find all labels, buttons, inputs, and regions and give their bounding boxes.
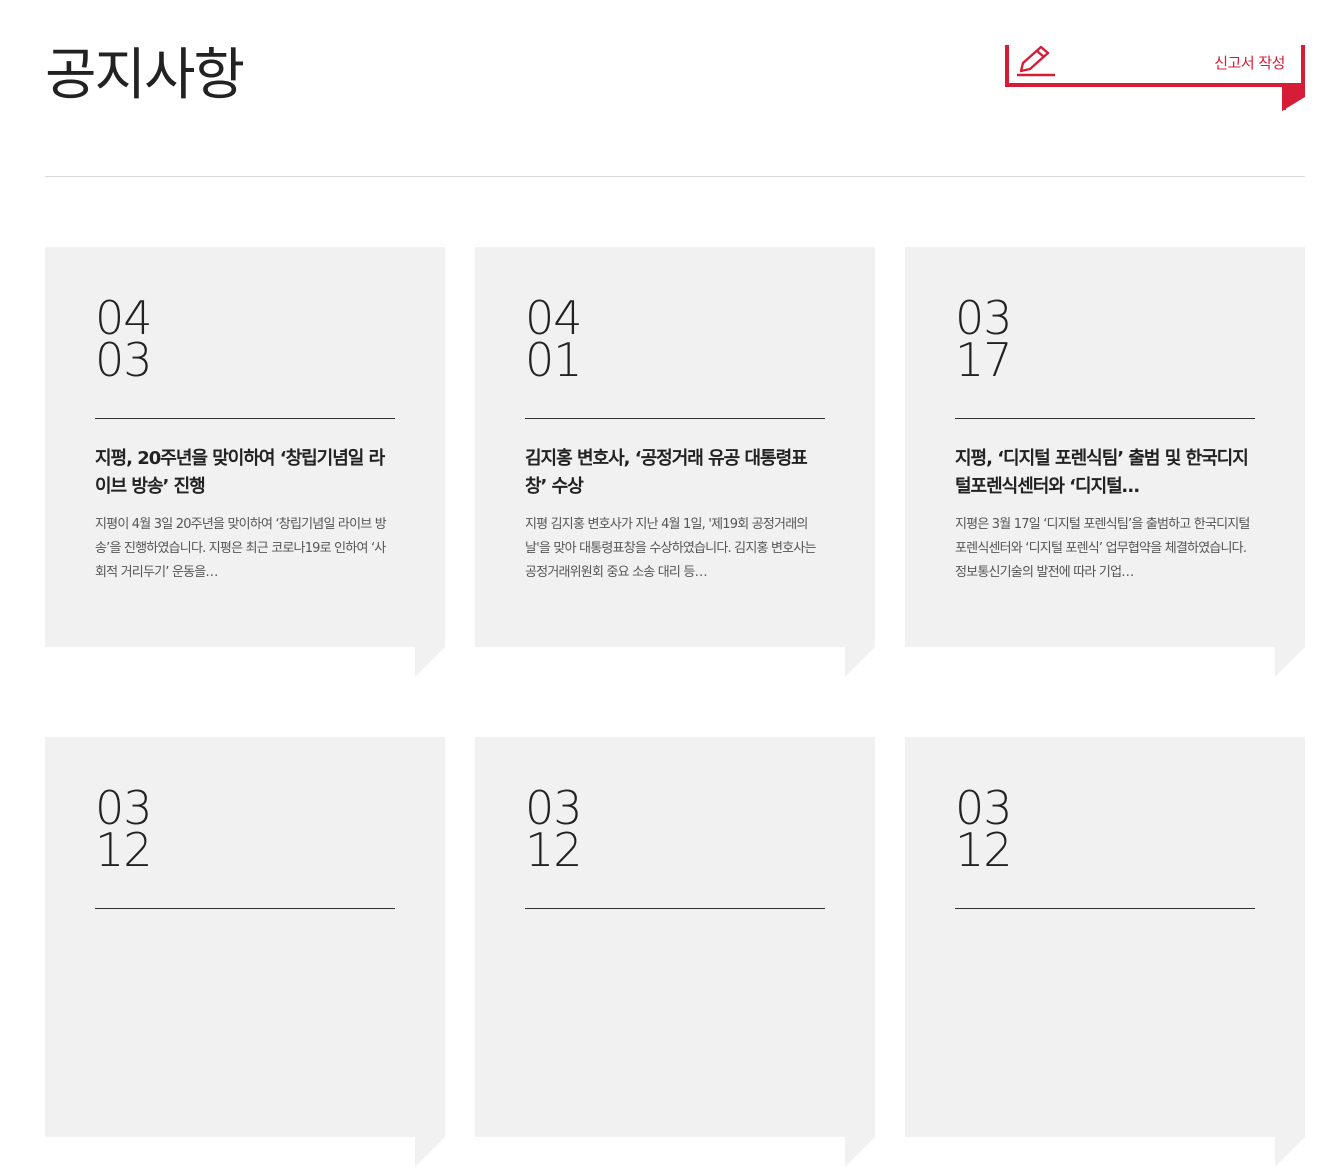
notice-title[interactable]: 김지홍 변호사, ‘공정거래 유공 대통령표창’ 수상: [525, 445, 825, 501]
notice-rule: [525, 418, 825, 419]
notice-day: 17: [955, 333, 1013, 387]
notice-rule: [955, 908, 1255, 909]
notice-date: 03 12: [525, 785, 583, 877]
write-report-label: 신고서 작성: [1214, 54, 1285, 72]
notice-rule: [95, 908, 395, 909]
notice-title[interactable]: 지평, ‘디지털 포렌식팀’ 출범 및 한국디지털포렌식센터와 ‘디지털…: [955, 445, 1255, 501]
notice-date: 03 12: [95, 785, 153, 877]
write-report-button[interactable]: 신고서 작성: [1005, 45, 1305, 111]
notice-card[interactable]: 03 12: [905, 737, 1305, 1167]
notice-date: 03 17: [955, 295, 1013, 387]
notice-day: 12: [525, 823, 583, 877]
notice-day: 12: [95, 823, 153, 877]
notice-card[interactable]: 03 12: [475, 737, 875, 1167]
notice-date: 03 12: [955, 785, 1013, 877]
notice-card[interactable]: 03 12: [45, 737, 445, 1167]
notice-date: 04 03: [95, 295, 153, 387]
notice-card[interactable]: 04 01 김지홍 변호사, ‘공정거래 유공 대통령표창’ 수상지평 김지홍 변호…: [475, 247, 875, 677]
notice-summary: 지평이 4월 3일 20주년을 맞이하여 ‘창립기념일 라이브 방송’을 진행하…: [95, 517, 387, 580]
notice-rule: [955, 418, 1255, 419]
notice-title[interactable]: 지평, 20주년을 맞이하여 ‘창립기념일 라이브 방송’ 진행: [95, 445, 395, 501]
pencil-icon: [1015, 45, 1057, 77]
notice-summary: 지평 김지홍 변호사가 지난 4월 1일, '제19회 공정거래의 날'을 맞아…: [525, 517, 816, 580]
notice-day: 12: [955, 823, 1013, 877]
notice-card[interactable]: 04 03 지평, 20주년을 맞이하여 ‘창립기념일 라이브 방송’ 진행지평이 …: [45, 247, 445, 677]
notice-day: 01: [525, 333, 583, 387]
page-title: 공지사항: [45, 43, 245, 108]
notice-summary: 지평은 3월 17일 ‘디지털 포렌식팀’을 출범하고 한국디지털포렌식센터와 …: [955, 517, 1250, 580]
notice-date: 04 01: [525, 295, 583, 387]
notice-day: 03: [95, 333, 153, 387]
notice-rule: [95, 418, 395, 419]
notice-card[interactable]: 03 17 지평, ‘디지털 포렌식팀’ 출범 및 한국디지털포렌식센터와 ‘디지털…: [905, 247, 1305, 677]
title-divider: [45, 176, 1305, 177]
notice-rule: [525, 908, 825, 909]
